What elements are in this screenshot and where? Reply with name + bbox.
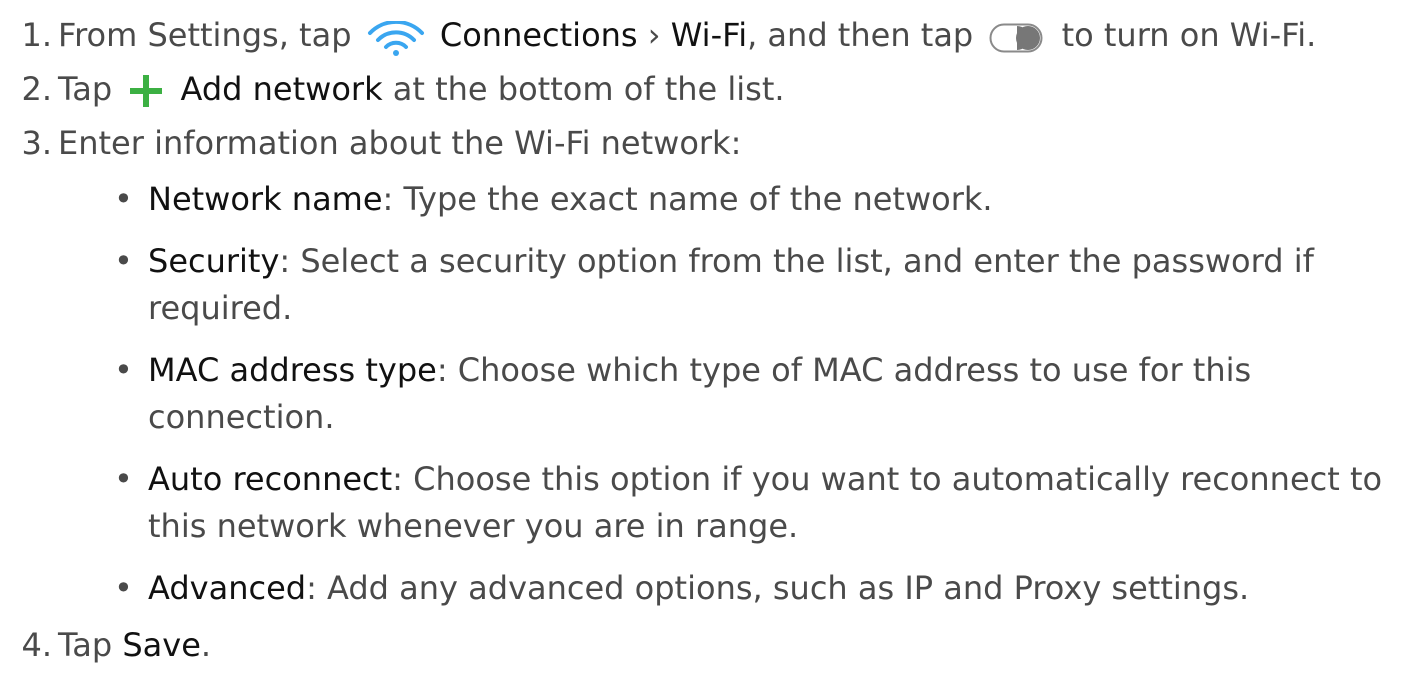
bullet-text: Network name: Type the exact name of the…	[148, 179, 993, 219]
step-text-post: .	[200, 626, 212, 664]
bullet-marker: •	[114, 180, 133, 218]
step-text: Tap Add network at the bottom of the lis…	[58, 69, 785, 109]
step-4: 4. Tap Save.	[0, 625, 1414, 665]
step-text-pre: Tap	[58, 70, 113, 108]
bullet-marker: •	[114, 569, 133, 607]
step-text-pre: From Settings, tap	[58, 16, 352, 54]
step-text-pre: Tap	[58, 626, 113, 664]
bullet-auto-reconnect: • Auto reconnect: Choose this option if …	[0, 459, 1414, 499]
save-label: Save	[122, 626, 201, 664]
bullet-continuation: connection.	[148, 398, 335, 436]
wifi-icon	[366, 19, 426, 57]
bullet-marker: •	[114, 351, 133, 389]
bullet-term: MAC address type	[148, 351, 437, 389]
step-text-mid: , and then tap	[747, 16, 974, 54]
step-text: Tap Save.	[58, 625, 211, 665]
bullet-description: : Add any advanced options, such as IP a…	[306, 569, 1250, 607]
step-number: 4.	[21, 626, 52, 664]
connections-label: Connections	[439, 16, 638, 54]
bullet-auto-reconnect-continued: this network whenever you are in range.	[0, 506, 1414, 546]
bullet-marker: •	[114, 460, 133, 498]
bullet-continuation: required.	[148, 289, 293, 327]
step-number: 2.	[21, 70, 52, 108]
bullet-description: : Choose this option if you want to auto…	[392, 460, 1383, 498]
instructions-page: 1. From Settings, tap Connections › Wi-F…	[0, 0, 1414, 684]
wifi-label: Wi-Fi	[670, 16, 748, 54]
breadcrumb-separator: ›	[647, 16, 661, 54]
toggle-switch-icon	[989, 22, 1043, 53]
step-2: 2. Tap Add network at the bottom of the …	[0, 69, 1414, 109]
bullet-text: Advanced: Add any advanced options, such…	[148, 568, 1249, 608]
bullet-description: : Choose which type of MAC address to us…	[436, 351, 1252, 389]
step-text: From Settings, tap Connections › Wi-Fi, …	[58, 15, 1317, 57]
bullet-description: : Type the exact name of the network.	[382, 180, 993, 218]
bullet-term: Security	[148, 242, 280, 280]
bullet-continuation: this network whenever you are in range.	[148, 507, 799, 545]
bullet-security-continued: required.	[0, 288, 1414, 328]
bullet-term: Advanced	[148, 569, 307, 607]
step-text-post: to turn on Wi-Fi.	[1061, 16, 1317, 54]
plus-icon	[128, 73, 164, 109]
step-text: Enter information about the Wi-Fi networ…	[58, 124, 742, 162]
bullet-text: Auto reconnect: Choose this option if yo…	[148, 459, 1382, 499]
step-number: 1.	[21, 16, 52, 54]
bullet-text: MAC address type: Choose which type of M…	[148, 350, 1251, 390]
bullet-security: • Security: Select a security option fro…	[0, 241, 1414, 281]
step-text-post: at the bottom of the list.	[392, 70, 785, 108]
bullet-description: : Select a security option from the list…	[279, 242, 1314, 280]
step-1: 1. From Settings, tap Connections › Wi-F…	[0, 15, 1414, 57]
step-number: 3.	[21, 124, 52, 162]
bullet-text: Security: Select a security option from …	[148, 241, 1314, 281]
add-network-label: Add network	[180, 70, 383, 108]
bullet-term: Network name	[148, 180, 383, 218]
bullet-advanced: • Advanced: Add any advanced options, su…	[0, 568, 1414, 608]
step-3: 3. Enter information about the Wi-Fi net…	[0, 123, 1414, 163]
bullet-network-name: • Network name: Type the exact name of t…	[0, 179, 1414, 219]
bullet-marker: •	[114, 242, 133, 280]
bullet-mac-address-type: • MAC address type: Choose which type of…	[0, 350, 1414, 390]
bullet-mac-address-type-continued: connection.	[0, 397, 1414, 437]
bullet-term: Auto reconnect	[148, 460, 393, 498]
